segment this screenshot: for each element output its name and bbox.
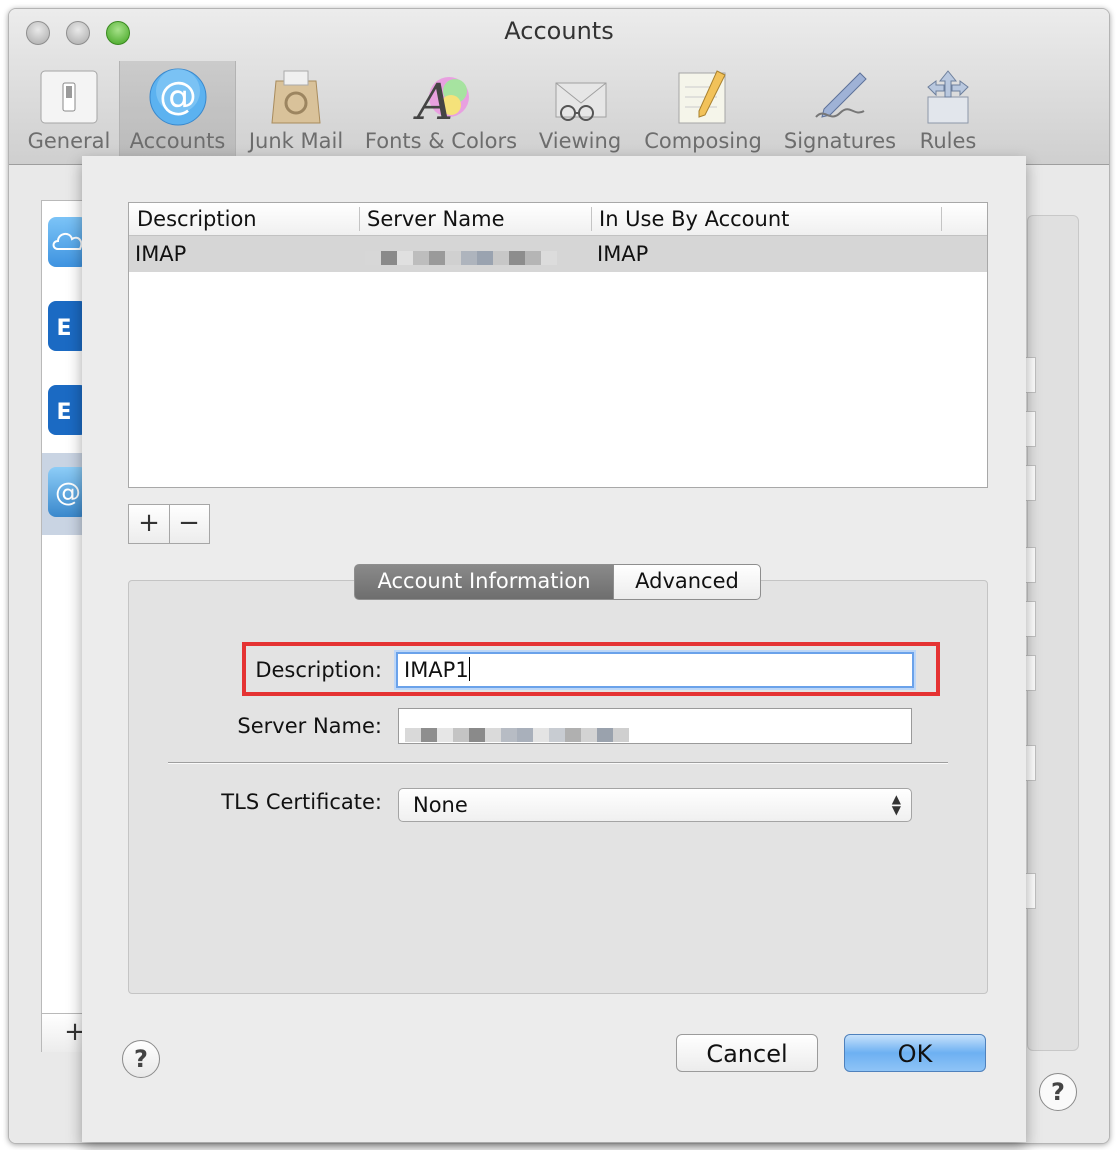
tls-certificate-label: TLS Certificate: bbox=[221, 790, 382, 814]
recycle-bag-icon bbox=[266, 67, 326, 127]
section-divider bbox=[168, 762, 948, 764]
ok-button[interactable]: OK bbox=[844, 1034, 986, 1072]
table-row[interactable]: IMAP IMAP bbox=[129, 236, 987, 272]
cell-in-use-by: IMAP bbox=[597, 242, 649, 266]
toolbar-viewing[interactable]: Viewing bbox=[535, 61, 625, 163]
toolbar-label: Signatures bbox=[783, 129, 897, 153]
toolbar-label: Accounts bbox=[129, 129, 226, 153]
add-server-button[interactable]: + bbox=[129, 505, 170, 543]
toolbar-composing[interactable]: Composing bbox=[639, 61, 767, 163]
cell-description: IMAP bbox=[135, 242, 187, 266]
toolbar-accounts[interactable]: @ Accounts bbox=[119, 61, 236, 163]
svg-text:E: E bbox=[56, 400, 71, 425]
select-arrows-icon: ▲ ▼ bbox=[891, 792, 901, 817]
rules-arrows-icon bbox=[918, 67, 978, 127]
description-label: Description: bbox=[255, 658, 382, 682]
glasses-envelope-icon bbox=[550, 67, 610, 127]
help-button[interactable]: ? bbox=[1039, 1073, 1077, 1111]
toolbar-fonts-colors[interactable]: A Fonts & Colors bbox=[361, 61, 521, 163]
title-toolbar: Accounts General @ Accounts Junk Mail A … bbox=[9, 9, 1109, 165]
toolbar-label: Viewing bbox=[538, 129, 622, 153]
add-remove-control: + − bbox=[128, 504, 210, 544]
description-value: IMAP1 bbox=[404, 658, 469, 682]
cancel-button[interactable]: Cancel bbox=[676, 1034, 818, 1072]
svg-text:A: A bbox=[413, 73, 453, 127]
tls-certificate-value: None bbox=[413, 793, 468, 817]
tls-certificate-select[interactable]: None ▲ ▼ bbox=[398, 788, 912, 822]
window-title: Accounts bbox=[504, 17, 614, 45]
svg-text:@: @ bbox=[55, 478, 81, 508]
column-separator bbox=[359, 207, 360, 231]
toolbar-junk-mail[interactable]: Junk Mail bbox=[241, 61, 351, 163]
toolbar-label: Junk Mail bbox=[248, 129, 344, 153]
tab-account-information[interactable]: Account Information bbox=[354, 564, 614, 600]
table-header: Description Server Name In Use By Accoun… bbox=[129, 203, 987, 236]
tab-advanced[interactable]: Advanced bbox=[613, 564, 761, 600]
switch-icon bbox=[39, 67, 99, 127]
server-table: Description Server Name In Use By Accoun… bbox=[128, 202, 988, 488]
toolbar-signatures[interactable]: Signatures bbox=[779, 61, 901, 163]
toolbar-label: Composing bbox=[644, 129, 762, 153]
column-header-server-name[interactable]: Server Name bbox=[367, 203, 505, 235]
column-separator bbox=[591, 207, 592, 231]
pencil-paper-icon bbox=[673, 67, 733, 127]
svg-text:@: @ bbox=[159, 74, 197, 118]
server-name-label: Server Name: bbox=[237, 714, 382, 738]
redacted-server-name bbox=[405, 719, 629, 742]
remove-server-button[interactable]: − bbox=[169, 505, 209, 543]
column-separator bbox=[941, 207, 942, 231]
help-button[interactable]: ? bbox=[122, 1040, 160, 1078]
color-letter-icon: A bbox=[411, 67, 471, 131]
redacted-server-name bbox=[365, 250, 557, 265]
server-name-input[interactable] bbox=[398, 708, 912, 744]
pen-signature-icon bbox=[810, 67, 870, 127]
toolbar-general[interactable]: General bbox=[23, 61, 115, 163]
toolbar-label: Fonts & Colors bbox=[364, 129, 518, 153]
text-caret bbox=[468, 657, 470, 681]
description-input[interactable]: IMAP1 bbox=[396, 652, 914, 688]
toolbar-label: General bbox=[27, 129, 111, 153]
at-sign-icon: @ bbox=[148, 67, 208, 127]
smtp-server-list-sheet: Description Server Name In Use By Accoun… bbox=[82, 156, 1026, 1142]
column-header-in-use-by[interactable]: In Use By Account bbox=[599, 203, 789, 235]
toolbar-rules[interactable]: Rules bbox=[911, 61, 985, 163]
column-header-description[interactable]: Description bbox=[137, 203, 257, 235]
toolbar-label: Rules bbox=[919, 129, 977, 153]
svg-text:E: E bbox=[56, 316, 71, 341]
